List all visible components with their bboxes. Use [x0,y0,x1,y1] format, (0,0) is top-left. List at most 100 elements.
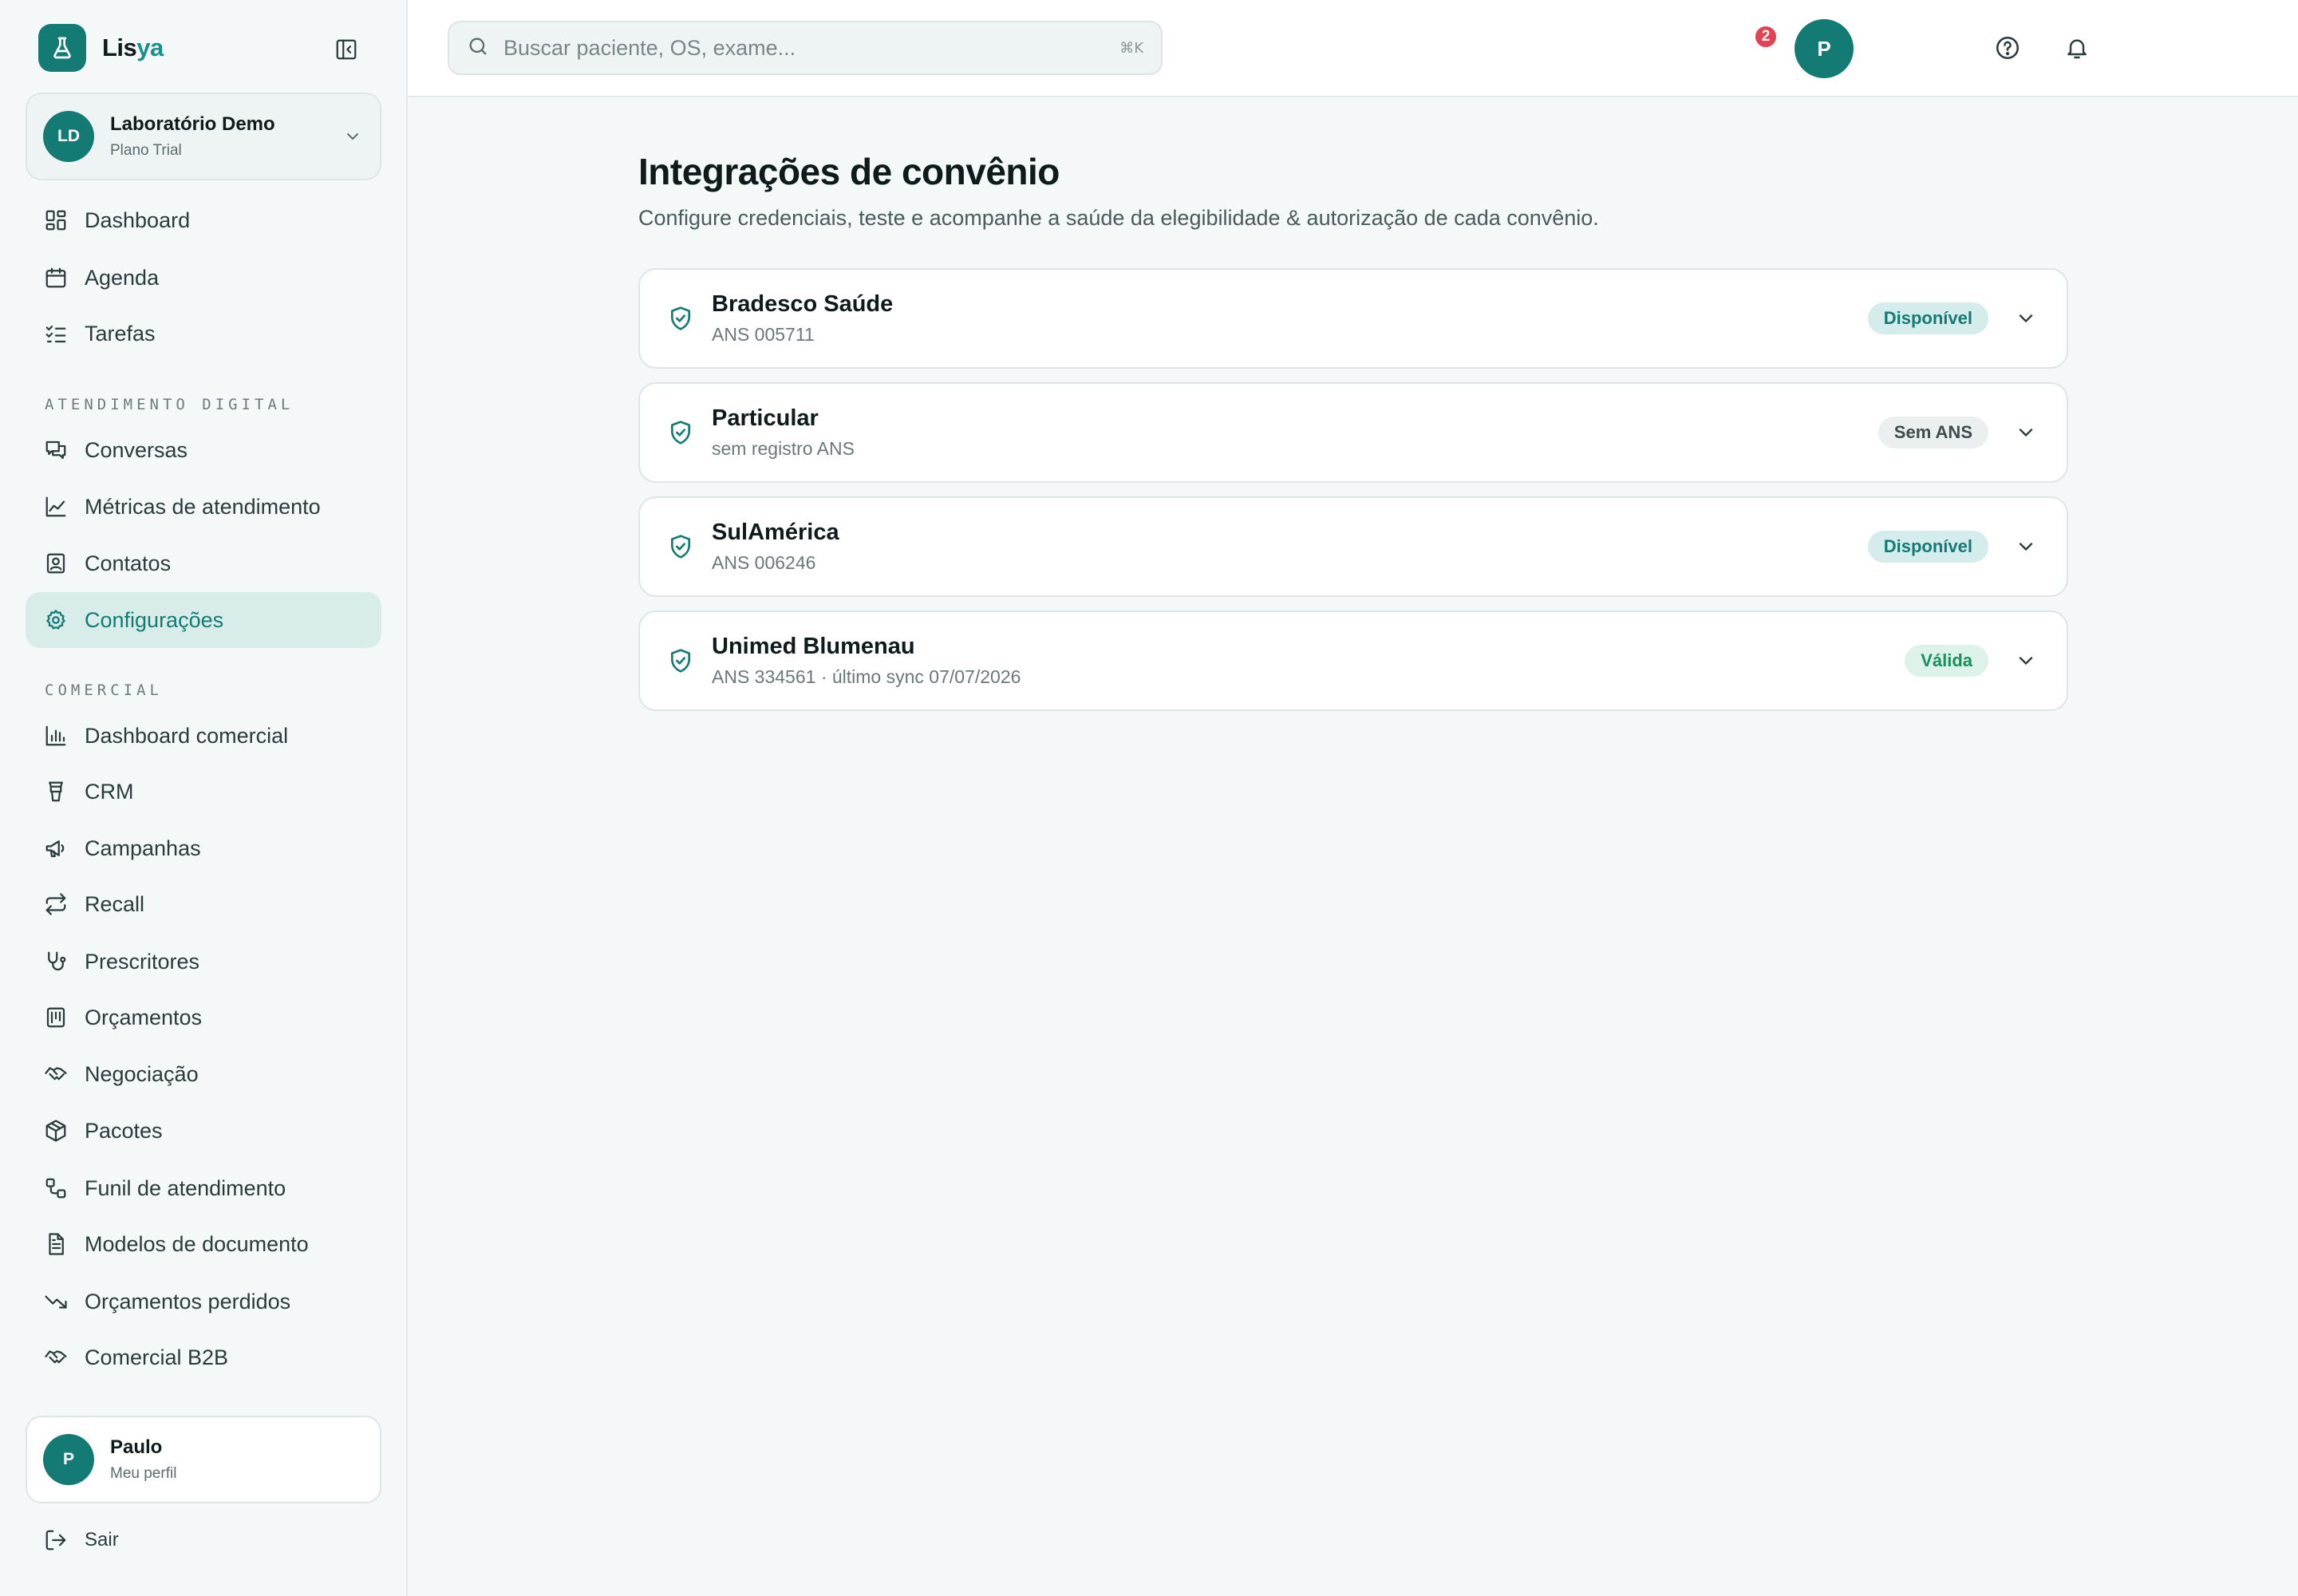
sidebar-item-campanhas[interactable]: Campanhas [26,820,381,876]
search-input[interactable] [503,35,1120,61]
sidebar-item-label: Agenda [85,265,160,290]
sidebar-item-prescritores[interactable]: Prescritores [26,934,381,990]
integration-card[interactable]: Bradesco Saúde ANS 005711 Disponível [638,268,2068,369]
integration-card[interactable]: SulAmérica ANS 006246 Disponível [638,496,2068,597]
sidebar-item-comercial-b2b[interactable]: Comercial B2B [26,1329,381,1385]
sidebar-item-label: Orçamentos [85,1005,203,1029]
profile-name: Paulo [110,1436,163,1458]
shield-check-icon [667,533,694,560]
bar-chart-icon [43,723,69,749]
sidebar-item-contatos[interactable]: Contatos [26,535,381,591]
sidebar-item-label: Comercial B2B [85,1345,229,1369]
sidebar-item-tarefas[interactable]: Tarefas [26,306,381,361]
sidebar-collapse-icon[interactable] [332,35,361,64]
sidebar-item-label: Pacotes [85,1118,163,1143]
workflow-icon [43,1175,69,1201]
sidebar-item-label: Conversas [85,437,188,462]
sidebar-item-label: Recall [85,891,145,916]
integration-name: Bradesco Saúde [712,291,894,317]
logout-icon [43,1527,69,1553]
sidebar-item-label: Funil de atendimento [85,1175,286,1200]
integration-detail: sem registro ANS [712,438,855,459]
sidebar-item-configuracoes[interactable]: Configurações [26,592,381,648]
logout-button[interactable]: Sair [43,1527,119,1553]
sidebar-item-label: Dashboard comercial [85,723,289,748]
page-title: Integrações de convênio [638,151,1060,192]
page-subtitle: Configure credenciais, teste e acompanhe… [638,206,1599,230]
chat-icon [43,437,69,463]
sidebar-item-negociacao[interactable]: Negociação [26,1046,381,1102]
sidebar-item-metricas[interactable]: Métricas de atendimento [26,479,381,535]
user-avatar[interactable]: P [1795,19,1854,78]
chevron-down-icon[interactable] [2012,419,2039,446]
handshake-icon [43,1061,69,1087]
sidebar-item-modelos[interactable]: Modelos de documento [26,1216,381,1272]
sidebar-item-label: CRM [85,779,134,804]
org-plan: Plano Trial [110,142,182,159]
status-badge: Disponível [1867,302,1988,334]
sidebar-item-recall[interactable]: Recall [26,876,381,932]
line-chart-icon [43,494,69,519]
funnel-icon [43,779,69,804]
handshake-icon [43,1345,69,1370]
megaphone-icon [43,836,69,861]
integration-card[interactable]: Unimed Blumenau ANS 334561 · último sync… [638,610,2068,711]
package-icon [43,1118,69,1144]
shield-check-icon [667,419,694,446]
organization-switcher[interactable]: LD Laboratório Demo Plano Trial [26,93,381,180]
sidebar-item-conversas[interactable]: Conversas [26,422,381,478]
sidebar-item-orcamentos-perdidos[interactable]: Orçamentos perdidos [26,1274,381,1329]
sidebar-item-crm[interactable]: CRM [26,764,381,820]
sidebar-item-label: Dashboard [85,207,191,232]
section-title-comercial: COMERCIAL [45,681,163,699]
chevron-down-icon[interactable] [2012,305,2039,332]
flask-icon [38,24,86,72]
integration-detail: ANS 006246 [712,552,816,573]
org-avatar: LD [43,111,94,162]
contact-icon [43,551,69,576]
sidebar: Lisya LD Laboratório Demo Plano Trial Da… [0,0,408,1596]
calendar-icon [43,265,69,290]
repeat-icon [43,891,69,917]
sidebar-item-pacotes[interactable]: Pacotes [26,1103,381,1159]
sidebar-item-label: Campanhas [85,836,201,860]
calculator-icon [43,1005,69,1030]
org-name: Laboratório Demo [110,113,275,135]
integration-detail: ANS 334561 · último sync 07/07/2026 [712,666,1021,687]
integration-card[interactable]: Particular sem registro ANS Sem ANS [638,382,2068,483]
help-icon[interactable] [1987,27,2028,69]
shield-check-icon [667,647,694,674]
sidebar-item-label: Prescritores [85,949,200,974]
search-box[interactable]: ⌘K [448,21,1163,75]
profile-link: Meu perfil [110,1465,177,1482]
chevron-down-icon [342,125,364,148]
sidebar-item-label: Negociação [85,1061,199,1086]
integration-detail: ANS 005711 [712,324,815,345]
brand[interactable]: Lisya [38,24,164,72]
document-icon [43,1231,69,1257]
sidebar-item-label: Tarefas [85,321,156,346]
integration-name: Particular [712,405,819,431]
section-title-atendimento-digital: ATENDIMENTO DIGITAL [45,396,294,413]
logout-label: Sair [85,1529,119,1551]
bell-icon[interactable] [2056,27,2098,69]
avatar: P [43,1434,94,1485]
profile-card[interactable]: P Paulo Meu perfil [26,1416,381,1503]
search-icon [467,35,489,61]
dashboard-icon [43,207,69,233]
chevron-down-icon[interactable] [2012,533,2039,560]
sidebar-item-funil[interactable]: Funil de atendimento [26,1160,381,1216]
status-badge: Válida [1905,645,1988,677]
chevron-down-icon[interactable] [2012,647,2039,674]
checklist-icon [43,321,69,346]
sidebar-item-agenda[interactable]: Agenda [26,250,381,306]
sidebar-item-dashboard[interactable]: Dashboard [26,192,381,248]
notification-badge: 2 [1753,24,1779,49]
sidebar-item-label: Configurações [85,607,224,632]
shield-check-icon [667,305,694,332]
trending-down-icon [43,1289,69,1314]
status-badge: Sem ANS [1877,417,1988,448]
sidebar-item-dashboard-comercial[interactable]: Dashboard comercial [26,708,381,764]
sidebar-item-label: Orçamentos perdidos [85,1289,291,1314]
sidebar-item-orcamentos[interactable]: Orçamentos [26,990,381,1045]
